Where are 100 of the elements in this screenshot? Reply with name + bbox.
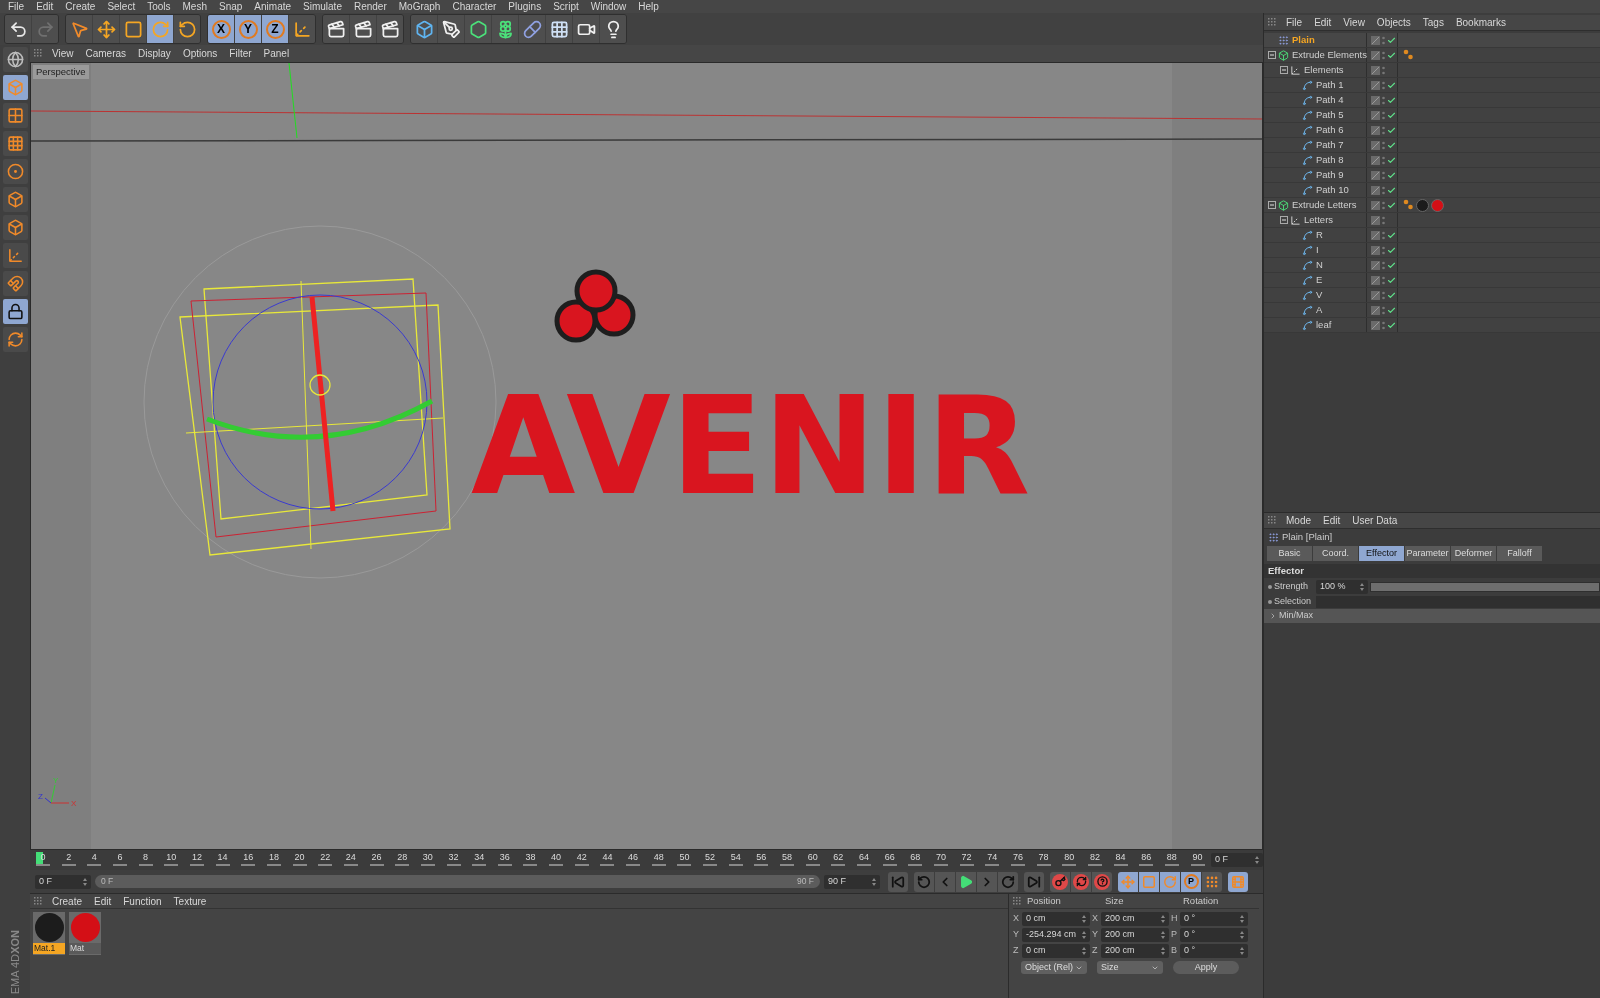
- menu-item[interactable]: View: [46, 46, 80, 61]
- collapse-toggle[interactable]: [1280, 66, 1288, 74]
- object-row[interactable]: Path 6: [1264, 123, 1600, 138]
- mode-button[interactable]: [2, 131, 28, 156]
- visibility-dots-icon[interactable]: [1382, 260, 1385, 270]
- coordinate-field[interactable]: 0 °: [1180, 912, 1248, 926]
- object-row[interactable]: Path 9: [1264, 168, 1600, 183]
- object-row[interactable]: Path 1: [1264, 78, 1600, 93]
- coordinate-field[interactable]: 0 cm: [1022, 912, 1090, 926]
- attribute-tab[interactable]: Coord.: [1313, 546, 1358, 561]
- toolbar-button[interactable]: [350, 15, 376, 43]
- layer-icon[interactable]: [1371, 260, 1380, 270]
- coordinate-field[interactable]: 0 cm: [1022, 944, 1090, 958]
- axis-lock-button[interactable]: Y: [235, 15, 261, 43]
- menu-item[interactable]: Function: [117, 893, 168, 909]
- menu-item[interactable]: Window: [584, 0, 633, 14]
- object-row[interactable]: Path 4: [1264, 93, 1600, 108]
- strength-field[interactable]: 100 %: [1316, 579, 1368, 594]
- attribute-tab[interactable]: Parameter: [1405, 546, 1450, 561]
- coordinate-field[interactable]: -254.294 cm: [1022, 928, 1090, 942]
- visibility-dots-icon[interactable]: [1382, 110, 1385, 120]
- menu-item[interactable]: Options: [176, 46, 224, 61]
- record-button[interactable]: [1071, 871, 1091, 892]
- playback-button[interactable]: [956, 871, 976, 892]
- playback-button[interactable]: [888, 871, 908, 892]
- phong-tag-icon[interactable]: [1402, 199, 1414, 211]
- layer-icon[interactable]: [1371, 140, 1380, 150]
- menu-item[interactable]: Animate: [248, 0, 298, 14]
- visibility-dots-icon[interactable]: [1382, 125, 1385, 135]
- mode-button[interactable]: [2, 299, 28, 324]
- toolbar-button[interactable]: [519, 15, 545, 43]
- layer-icon[interactable]: [1371, 65, 1380, 75]
- coordinate-field[interactable]: 200 cm: [1101, 912, 1169, 926]
- menu-item[interactable]: Edit: [1308, 15, 1338, 30]
- menu-item[interactable]: Create: [46, 893, 88, 909]
- toolbar-button[interactable]: [600, 15, 626, 43]
- menu-item[interactable]: Mesh: [176, 0, 213, 14]
- menu-item[interactable]: Filter: [223, 46, 258, 61]
- menu-item[interactable]: Tools: [141, 0, 177, 14]
- menu-item[interactable]: Objects: [1370, 15, 1417, 30]
- toolbar-button[interactable]: [289, 15, 315, 43]
- playback-button[interactable]: [914, 871, 934, 892]
- object-row[interactable]: Extrude Elements: [1264, 48, 1600, 63]
- menu-item[interactable]: Character: [446, 0, 503, 14]
- key-mode-button[interactable]: P: [1181, 871, 1201, 892]
- visibility-dots-icon[interactable]: [1382, 95, 1385, 105]
- layer-icon[interactable]: [1371, 170, 1380, 180]
- menu-item[interactable]: Cameras: [79, 46, 133, 61]
- menu-item[interactable]: Mode: [1280, 513, 1317, 528]
- toolbar-button[interactable]: [93, 15, 119, 43]
- menu-item[interactable]: Texture: [167, 893, 213, 909]
- leaf-model[interactable]: [554, 269, 636, 343]
- toolbar-button[interactable]: [438, 15, 464, 43]
- toolbar-button[interactable]: [546, 15, 572, 43]
- object-row[interactable]: Path 7: [1264, 138, 1600, 153]
- end-frame-field[interactable]: 90 F: [824, 874, 880, 889]
- menu-item[interactable]: Panel: [257, 46, 296, 61]
- mode-button[interactable]: [2, 271, 28, 296]
- layer-icon[interactable]: [1371, 320, 1380, 330]
- axis-lock-button[interactable]: X: [208, 15, 234, 43]
- toolbar-button[interactable]: [573, 15, 599, 43]
- visibility-dots-icon[interactable]: [1382, 245, 1385, 255]
- toolbar-button[interactable]: [174, 15, 200, 43]
- layer-icon[interactable]: [1371, 185, 1380, 195]
- object-row[interactable]: Letters: [1264, 213, 1600, 228]
- visibility-dots-icon[interactable]: [1382, 230, 1385, 240]
- menu-item[interactable]: Simulate: [297, 0, 348, 14]
- visibility-dots-icon[interactable]: [1382, 155, 1385, 165]
- layer-icon[interactable]: [1371, 125, 1380, 135]
- coordinate-field[interactable]: 0 °: [1180, 928, 1248, 942]
- visibility-dots-icon[interactable]: [1382, 185, 1385, 195]
- visibility-dots-icon[interactable]: [1382, 65, 1385, 75]
- object-row[interactable]: Extrude Letters: [1264, 198, 1600, 213]
- object-row[interactable]: Plain: [1264, 33, 1600, 48]
- menu-item[interactable]: Script: [547, 0, 585, 14]
- axis-lock-button[interactable]: Z: [262, 15, 288, 43]
- playback-button[interactable]: [1024, 871, 1044, 892]
- visibility-dots-icon[interactable]: [1382, 140, 1385, 150]
- mode-button[interactable]: [2, 243, 28, 268]
- layer-icon[interactable]: [1371, 245, 1380, 255]
- menu-item[interactable]: Create: [59, 0, 102, 14]
- toolbar-button[interactable]: [66, 15, 92, 43]
- layer-icon[interactable]: [1371, 155, 1380, 165]
- key-mode-button[interactable]: [1202, 871, 1222, 892]
- playback-button[interactable]: [998, 871, 1018, 892]
- mode-button[interactable]: [2, 187, 28, 212]
- menu-item[interactable]: Snap: [213, 0, 249, 14]
- object-row[interactable]: Path 10: [1264, 183, 1600, 198]
- layer-icon[interactable]: [1371, 230, 1380, 240]
- toolbar-button[interactable]: [120, 15, 146, 43]
- visibility-dots-icon[interactable]: [1382, 170, 1385, 180]
- toolbar-button[interactable]: [5, 15, 31, 43]
- object-row[interactable]: Path 8: [1264, 153, 1600, 168]
- object-row[interactable]: A: [1264, 303, 1600, 318]
- size-dropdown[interactable]: Size: [1097, 961, 1163, 974]
- selection-field[interactable]: [1316, 595, 1600, 608]
- visibility-dots-icon[interactable]: [1382, 200, 1385, 210]
- object-row[interactable]: N: [1264, 258, 1600, 273]
- toolbar-button[interactable]: [492, 15, 518, 43]
- mode-button[interactable]: [2, 327, 28, 352]
